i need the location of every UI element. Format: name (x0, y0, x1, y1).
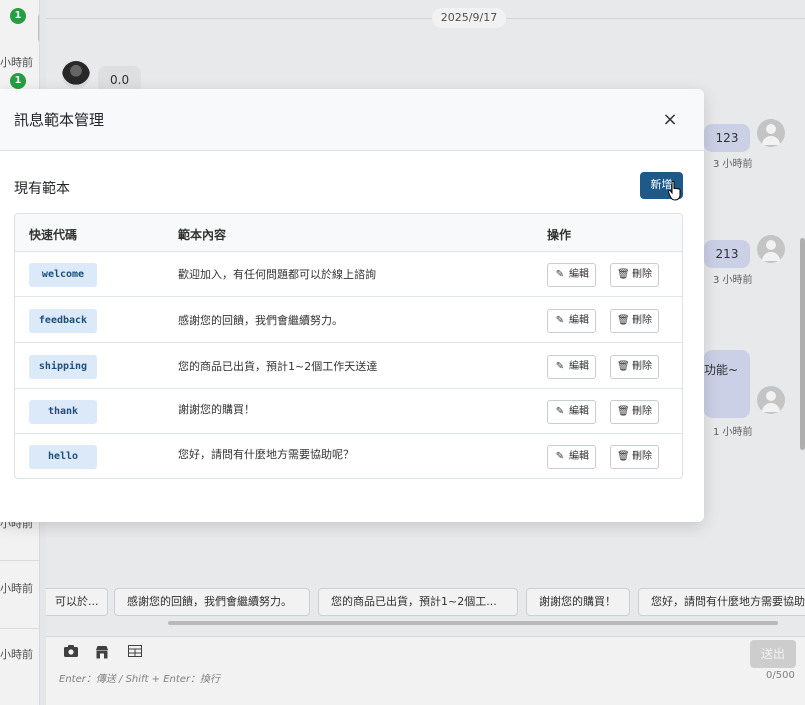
edit-label: 編輯 (569, 451, 589, 462)
edit-label: 編輯 (569, 361, 589, 372)
delete-label: 刪除 (632, 451, 652, 462)
edit-label: 編輯 (569, 269, 589, 280)
trash-icon: 🗑 (617, 315, 630, 326)
trash-icon: 🗑 (617, 451, 630, 462)
edit-button[interactable]: ✎ 編輯 (547, 400, 596, 424)
column-header-actions: 操作 (547, 228, 572, 242)
close-icon[interactable]: × (660, 110, 680, 130)
template-content: 謝謝您的購買！ (178, 403, 255, 416)
pencil-icon: ✎ (555, 406, 565, 417)
trash-icon: 🗑 (617, 269, 630, 280)
trash-icon: 🗑 (617, 406, 630, 417)
template-content: 歡迎加入，有任何問題都可以於線上諮詢 (178, 268, 376, 281)
pencil-icon: ✎ (555, 315, 565, 326)
template-content: 您好，請問有什麼地方需要協助呢？ (178, 448, 354, 461)
template-code: thank (29, 400, 97, 424)
delete-label: 刪除 (632, 269, 652, 280)
table-row: shipping 您的商品已出貨，預計1~2個工作天送達 ✎ 編輯 🗑 刪除 (15, 344, 682, 389)
template-code: hello (29, 445, 97, 469)
table-row: welcome 歡迎加入，有任何問題都可以於線上諮詢 ✎ 編輯 🗑 刪除 (15, 252, 682, 297)
template-code: shipping (29, 355, 97, 379)
column-header-code: 快速代碼 (29, 228, 78, 242)
hand-cursor-icon (668, 181, 681, 201)
edit-button[interactable]: ✎ 編輯 (547, 355, 596, 379)
edit-label: 編輯 (569, 315, 589, 326)
column-header-content: 範本內容 (178, 228, 227, 242)
template-content: 感謝您的回饋，我們會繼續努力。 (178, 314, 343, 327)
modal-header: 訊息範本管理 × (0, 89, 704, 151)
pencil-icon: ✎ (555, 361, 565, 372)
section-title: 現有範本 (14, 181, 70, 197)
template-code: welcome (29, 263, 97, 287)
delete-button[interactable]: 🗑 刪除 (610, 400, 659, 424)
template-table: 快速代碼 範本內容 操作 welcome 歡迎加入，有任何問題都可以於線上諮詢 … (14, 213, 683, 479)
pencil-icon: ✎ (555, 451, 565, 462)
delete-label: 刪除 (632, 361, 652, 372)
delete-button[interactable]: 🗑 刪除 (610, 309, 659, 333)
delete-label: 刪除 (632, 315, 652, 326)
template-content: 您的商品已出貨，預計1~2個工作天送達 (178, 360, 378, 373)
table-header: 快速代碼 範本內容 操作 (15, 214, 682, 252)
modal-title: 訊息範本管理 (14, 111, 105, 129)
edit-button[interactable]: ✎ 編輯 (547, 309, 596, 333)
table-row: hello 您好，請問有什麼地方需要協助呢？ ✎ 編輯 🗑 刪除 (15, 434, 682, 478)
delete-button[interactable]: 🗑 刪除 (610, 445, 659, 469)
table-row: feedback 感謝您的回饋，我們會繼續努力。 ✎ 編輯 🗑 刪除 (15, 298, 682, 343)
trash-icon: 🗑 (617, 361, 630, 372)
edit-button[interactable]: ✎ 編輯 (547, 263, 596, 287)
template-code: feedback (29, 309, 97, 333)
template-manager-modal: 訊息範本管理 × 現有範本 新增 快速代碼 範本內容 操作 welcome 歡迎… (0, 89, 704, 522)
pencil-icon: ✎ (555, 269, 565, 280)
delete-label: 刪除 (632, 406, 652, 417)
edit-button[interactable]: ✎ 編輯 (547, 445, 596, 469)
delete-button[interactable]: 🗑 刪除 (610, 263, 659, 287)
delete-button[interactable]: 🗑 刪除 (610, 355, 659, 379)
table-row: thank 謝謝您的購買！ ✎ 編輯 🗑 刪除 (15, 389, 682, 434)
edit-label: 編輯 (569, 406, 589, 417)
